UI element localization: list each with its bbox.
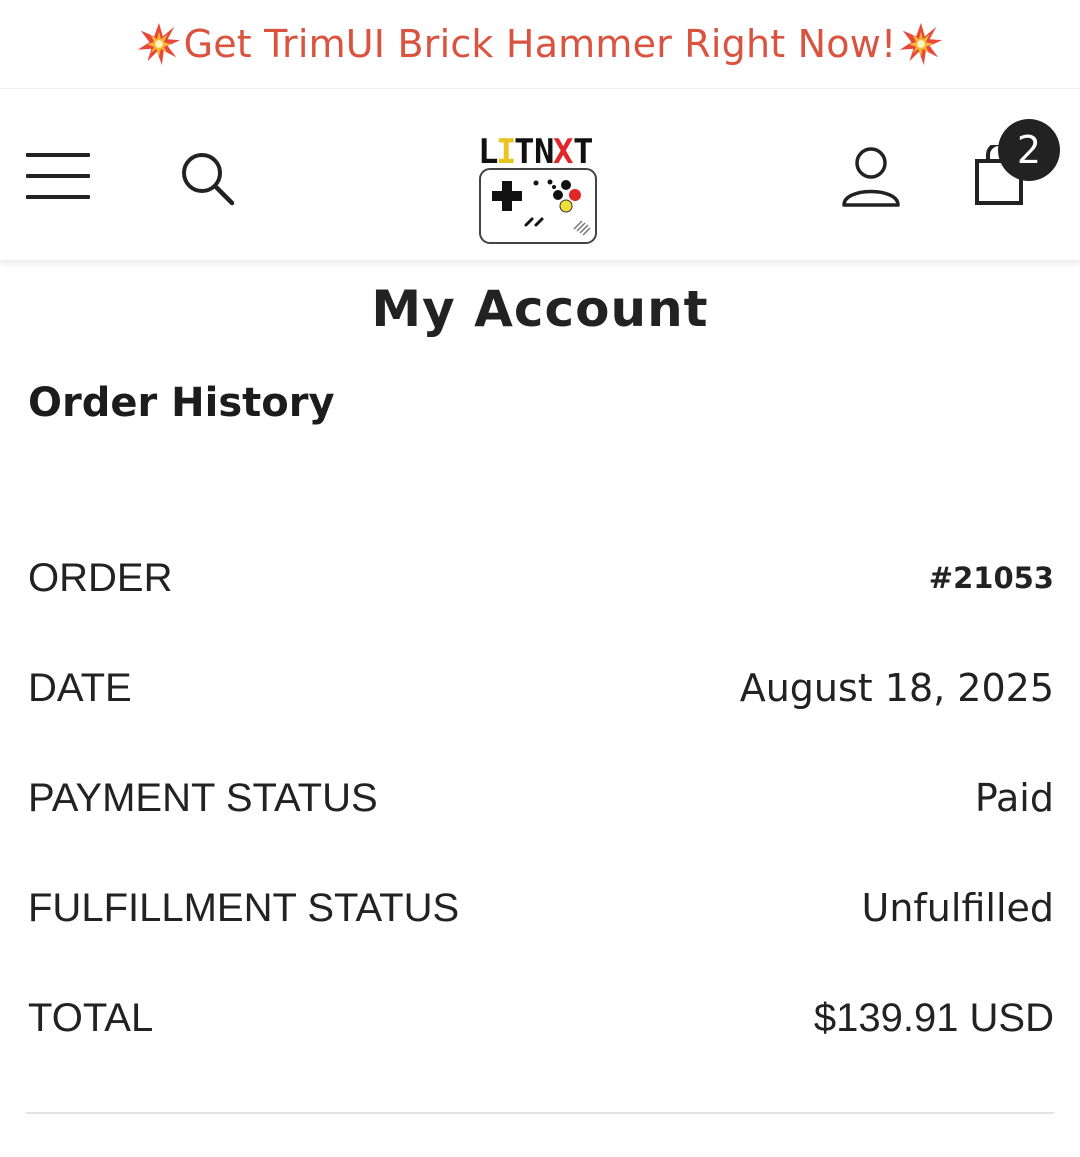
collision-burst-icon — [137, 22, 180, 66]
announcement-bar[interactable]: Get TrimUI Brick Hammer Right Now! — [0, 0, 1080, 88]
order-number-link[interactable]: #21053 — [929, 561, 1054, 595]
section-title: Order History — [28, 380, 335, 426]
fulfillment-status-value: Unfulfilled — [861, 886, 1054, 930]
cart-button[interactable]: 2 — [970, 119, 1062, 215]
svg-text:T: T — [514, 132, 534, 172]
order-label: ORDER — [28, 555, 173, 600]
payment-status-value: Paid — [974, 776, 1054, 820]
divider — [26, 1112, 1054, 1114]
account-icon[interactable] — [838, 143, 904, 209]
date-label: DATE — [28, 665, 132, 710]
order-row-payment-status: PAYMENT STATUS Paid — [28, 743, 1054, 853]
total-value: $139.91 USD — [813, 995, 1054, 1040]
order-row-date: DATE August 18, 2025 — [28, 633, 1054, 743]
site-header: L I T N X T 2 — [0, 88, 1080, 260]
search-icon[interactable] — [178, 149, 238, 209]
page-title: My Account — [371, 280, 709, 338]
svg-text:N: N — [534, 132, 554, 172]
hamburger-menu-icon[interactable] — [26, 151, 90, 201]
svg-text:T: T — [573, 132, 593, 172]
announcement-text: Get TrimUI Brick Hammer Right Now! — [183, 22, 897, 66]
total-label: TOTAL — [28, 995, 154, 1040]
fulfillment-status-label: FULFILLMENT STATUS — [28, 885, 460, 930]
svg-text:X: X — [553, 132, 574, 172]
date-value: August 18, 2025 — [739, 666, 1054, 710]
cart-count-badge: 2 — [998, 119, 1060, 181]
order-row-fulfillment-status: FULFILLMENT STATUS Unfulfilled — [28, 853, 1054, 963]
payment-status-label: PAYMENT STATUS — [28, 775, 378, 820]
order-details: ORDER #21053 DATE August 18, 2025 PAYMEN… — [28, 523, 1054, 1073]
collision-burst-icon — [900, 22, 943, 66]
order-row-total: TOTAL $139.91 USD — [28, 963, 1054, 1073]
store-logo[interactable]: L I T N X T — [474, 129, 602, 247]
order-row-number: ORDER #21053 — [28, 523, 1054, 633]
